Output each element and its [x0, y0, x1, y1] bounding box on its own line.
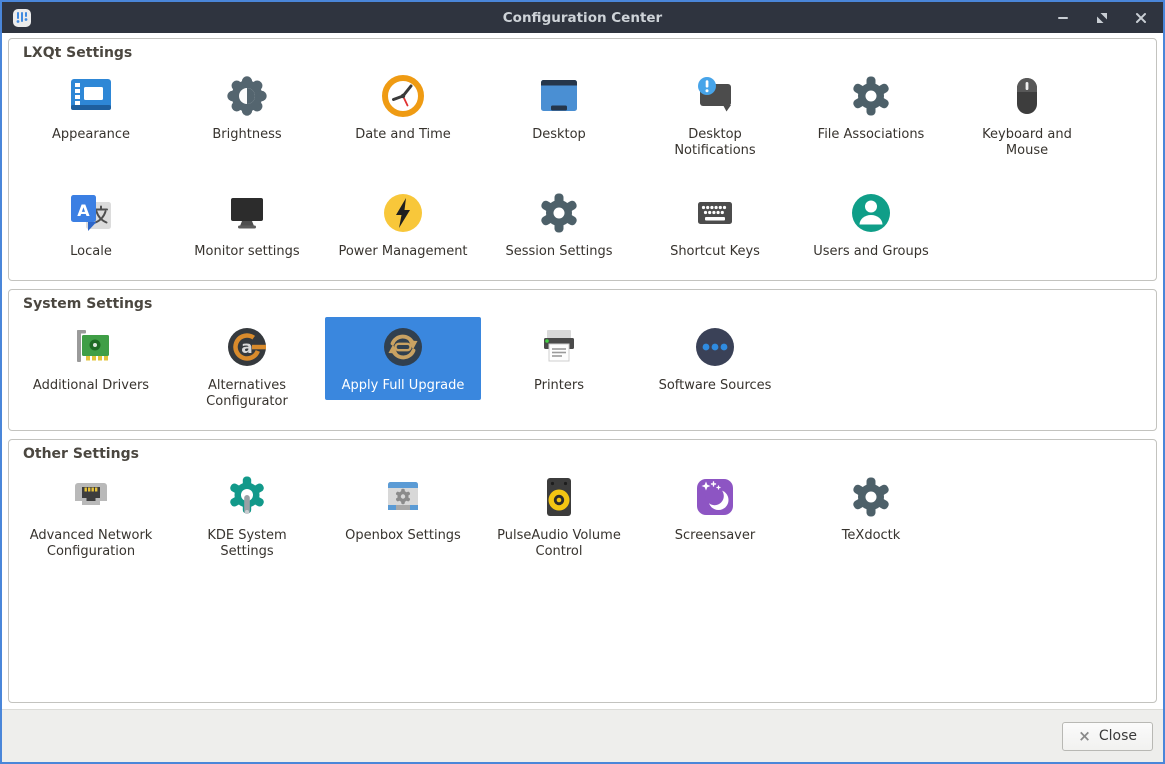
app-icon [12, 8, 32, 28]
clock-icon [379, 72, 427, 120]
launcher-label: Keyboard and Mouse [982, 127, 1072, 158]
launcher-label: Users and Groups [813, 244, 929, 259]
launcher-apply-full-upgrade[interactable]: Apply Full Upgrade [325, 317, 481, 400]
launcher-shortcut-keys[interactable]: Shortcut Keys [637, 183, 793, 266]
launcher-monitor-settings[interactable]: Monitor settings [169, 183, 325, 266]
launcher-appearance[interactable]: Appearance [13, 66, 169, 149]
section-other-settings: Other Settings Advanced Network Configura… [8, 439, 1157, 703]
launcher-label: Screensaver [674, 528, 756, 543]
launcher-additional-drivers[interactable]: Additional Drivers [13, 317, 169, 400]
printer-icon [535, 323, 583, 371]
gear-icon [847, 473, 895, 521]
launcher-grid: Advanced Network Configuration KDE System… [13, 467, 1152, 566]
minimize-button[interactable] [1057, 12, 1069, 24]
launcher-label: Appearance [51, 127, 131, 142]
alternatives-icon: a [223, 323, 271, 371]
launcher-label: Openbox Settings [345, 528, 461, 543]
translate-icon: A [67, 189, 115, 237]
titlebar[interactable]: Configuration Center [2, 2, 1163, 33]
section-system-settings: System Settings Additional Drivers a Altern… [8, 289, 1157, 431]
launcher-label: Desktop [532, 127, 586, 142]
launcher-label: PulseAudio Volume Control [497, 528, 621, 559]
launcher-label: KDE System Settings [207, 528, 287, 559]
launcher-power-management[interactable]: Power Management [325, 183, 481, 266]
launcher-label: Software Sources [658, 378, 772, 393]
launcher-keyboard-and-mouse[interactable]: Keyboard and Mouse [949, 66, 1105, 165]
launcher-screensaver[interactable]: Screensaver [637, 467, 793, 550]
launcher-brightness[interactable]: Brightness [169, 66, 325, 149]
appearance-icon [67, 72, 115, 120]
upgrade-refresh-icon [379, 323, 427, 371]
launcher-users-and-groups[interactable]: Users and Groups [793, 183, 949, 266]
launcher-label: Desktop Notifications [674, 127, 756, 158]
mouse-icon [1003, 72, 1051, 120]
desktop-icon [535, 72, 583, 120]
section-title: Other Settings [23, 446, 139, 462]
launcher-grid: Additional Drivers a Alternatives Configur… [13, 317, 1152, 416]
software-sources-icon [691, 323, 739, 371]
launcher-locale[interactable]: A Locale [13, 183, 169, 266]
launcher-label: Printers [533, 378, 585, 393]
lightning-bolt-icon [379, 189, 427, 237]
launcher-label: Brightness [212, 127, 282, 142]
launcher-printers[interactable]: Printers [481, 317, 637, 400]
launcher-file-associations[interactable]: File Associations [793, 66, 949, 149]
window-title: Configuration Center [502, 9, 663, 26]
launcher-desktop[interactable]: Desktop [481, 66, 637, 149]
launcher-label: Additional Drivers [32, 378, 150, 393]
launcher-label: File Associations [817, 127, 925, 142]
footer-bar: × Close [2, 709, 1163, 762]
launcher-desktop-notifications[interactable]: Desktop Notifications [637, 66, 793, 165]
svg-text:A: A [77, 201, 90, 220]
window-controls [1057, 12, 1153, 24]
launcher-advanced-network-configuration[interactable]: Advanced Network Configuration [13, 467, 169, 566]
launcher-label: Locale [70, 244, 112, 259]
launcher-label: Alternatives Configurator [206, 378, 288, 409]
launcher-label: Monitor settings [194, 244, 300, 259]
svg-text:a: a [241, 338, 252, 358]
configuration-center-window: Configuration Center LXQt Settings Appear… [0, 0, 1165, 764]
ethernet-port-icon [67, 473, 115, 521]
close-x-icon: × [1078, 726, 1091, 745]
launcher-label: Apply Full Upgrade [341, 378, 465, 393]
close-button[interactable]: × Close [1062, 721, 1153, 751]
section-lxqt-settings: LXQt Settings Appearance Brightness Date an… [8, 38, 1157, 281]
launcher-openbox-settings[interactable]: Openbox Settings [325, 467, 481, 550]
gear-icon [535, 189, 583, 237]
launcher-label: Power Management [338, 244, 468, 259]
window-gear-icon [379, 473, 427, 521]
launcher-label: Date and Time [355, 127, 451, 142]
gear-wrench-icon [223, 473, 271, 521]
launcher-software-sources[interactable]: Software Sources [637, 317, 793, 400]
driver-card-icon [67, 323, 115, 371]
close-button-label: Close [1098, 727, 1137, 744]
monitor-icon [223, 189, 271, 237]
sections-container: LXQt Settings Appearance Brightness Date an… [2, 33, 1163, 709]
launcher-label: TeXdoctk [841, 528, 901, 543]
brightness-icon [223, 72, 271, 120]
notification-bubble-icon [691, 72, 739, 120]
launcher-date-and-time[interactable]: Date and Time [325, 66, 481, 149]
launcher-session-settings[interactable]: Session Settings [481, 183, 637, 266]
launcher-label: Shortcut Keys [670, 244, 760, 259]
moon-stars-icon [691, 473, 739, 521]
section-title: LXQt Settings [23, 45, 133, 61]
maximize-button[interactable] [1096, 12, 1108, 24]
launcher-label: Advanced Network Configuration [29, 528, 153, 559]
launcher-label: Session Settings [505, 244, 613, 259]
speaker-icon [535, 473, 583, 521]
launcher-kde-system-settings[interactable]: KDE System Settings [169, 467, 325, 566]
section-title: System Settings [23, 296, 153, 312]
user-circle-icon [847, 189, 895, 237]
keyboard-icon [691, 189, 739, 237]
launcher-texdoctk[interactable]: TeXdoctk [793, 467, 949, 550]
launcher-alternatives-configurator[interactable]: a Alternatives Configurator [169, 317, 325, 416]
launcher-grid: Appearance Brightness Date and Time Desktop… [13, 66, 1152, 266]
gear-icon [847, 72, 895, 120]
launcher-pulseaudio-volume-control[interactable]: PulseAudio Volume Control [481, 467, 637, 566]
close-window-button[interactable] [1135, 12, 1147, 24]
